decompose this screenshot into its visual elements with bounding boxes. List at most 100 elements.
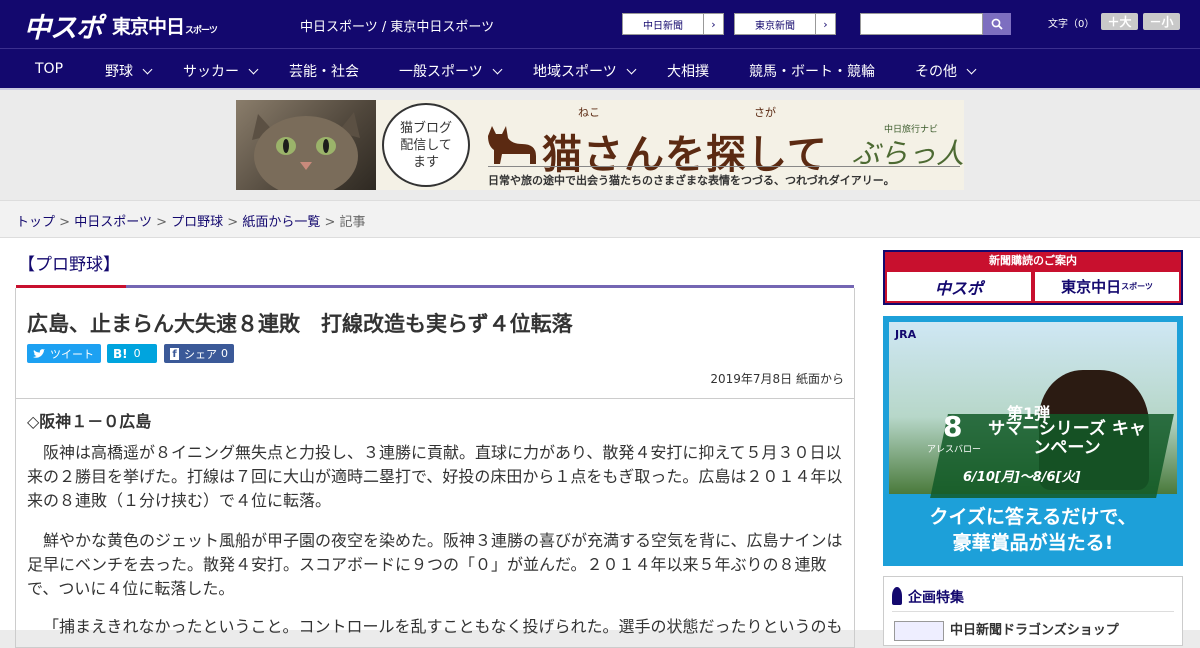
nav-item-racing[interactable]: 競馬・ボート・競輪 — [749, 61, 875, 81]
chevron-down-icon — [966, 64, 977, 75]
campaign-cta: クイズに答えるだけで、 豪華賞品が当たる! — [883, 504, 1183, 556]
special-features-title-text: 企画特集 — [908, 590, 964, 606]
chevron-down-icon — [248, 64, 259, 75]
search-button[interactable] — [983, 13, 1011, 35]
breadcrumb-separator: > — [59, 215, 71, 230]
chunichi-sports-logo[interactable]: 中スポ — [24, 6, 103, 45]
special-features-box: 企画特集 中日新聞ドラゴンズショップ — [883, 576, 1183, 646]
breadcrumb-current: 記事 — [339, 215, 366, 230]
chevron-right-icon: › — [815, 14, 835, 34]
banner-divider — [488, 166, 960, 167]
font-larger-button[interactable]: ＋大 — [1101, 13, 1138, 30]
twitter-share-label: ツイート — [50, 347, 94, 361]
tokyo-chunichi-subscribe-small: スポーツ — [1121, 282, 1153, 291]
twitter-icon — [33, 348, 45, 358]
nav-item-label: 芸能・社会 — [289, 64, 359, 80]
tokyo-shimbun-label: 東京新聞 — [755, 20, 795, 32]
breadcrumb-top[interactable]: トップ — [16, 215, 55, 230]
article: 広島、止まらん大失速８連敗 打線改造も実らず４位転落 ツイート B! 0 f シ… — [15, 288, 855, 648]
cat-blog-banner[interactable]: 猫ブログ 配信して ます ねこ さが 猫さんを探して 中日旅行ナビ ぶらっ人 日… — [236, 100, 964, 190]
breadcrumb-separator: > — [156, 215, 167, 230]
breadcrumb-pro-baseball[interactable]: プロ野球 — [171, 215, 223, 230]
search-icon — [991, 18, 1003, 30]
nav-item-general-sports[interactable]: 一般スポーツ — [399, 61, 503, 81]
chunichi-shimbun-label: 中日新聞 — [643, 20, 683, 32]
subscription-promo: 新聞購読のご案内 中スポ 東京中日 スポーツ — [883, 250, 1183, 305]
tokyo-shimbun-button[interactable]: 東京新聞 › — [734, 13, 836, 35]
banner-ruby: さが — [754, 106, 776, 119]
tokyo-chunichi-logo[interactable]: 東京中日スポーツ — [112, 12, 218, 39]
article-dateline: 2019年7月8日 紙面から — [710, 372, 844, 386]
twitter-share-button[interactable]: ツイート — [27, 344, 101, 363]
horse-number: 8 — [943, 410, 963, 443]
nav-item-regional-sports[interactable]: 地域スポーツ — [533, 61, 637, 81]
breadcrumb-paper-list[interactable]: 紙面から一覧 — [242, 215, 320, 230]
nav-item-top[interactable]: TOP — [35, 61, 63, 77]
campaign-cta-line: 豪華賞品が当たる! — [952, 532, 1114, 554]
nav-item-label: 地域スポーツ — [533, 64, 617, 80]
article-paragraph: 阪神は高橋遥が８イニング無失点と力投し、３連勝に貢献。直球に力があり、散発４安打… — [27, 443, 843, 510]
nav-divider — [0, 88, 1200, 90]
hatena-count: 0 — [133, 347, 141, 360]
nav-item-baseball[interactable]: 野球 — [105, 61, 153, 81]
bubble-line: 配信して — [400, 137, 452, 153]
hatena-bookmark-icon: B! — [113, 346, 128, 361]
special-features-divider — [892, 611, 1174, 612]
nav-item-label: TOP — [35, 61, 64, 77]
bubble-line: ます — [412, 154, 439, 170]
nav-item-sumo[interactable]: 大相撲 — [667, 61, 709, 81]
facebook-count: 0 — [221, 347, 228, 360]
dragons-shop-thumbnail[interactable] — [894, 621, 944, 641]
nav-item-label: サッカー — [183, 64, 239, 80]
chevron-down-icon — [492, 64, 503, 75]
article-paragraph: 「捕まえきれなかったということ。コントロールを乱すこともなく投げられた。選手の状… — [43, 617, 843, 636]
facebook-share-button[interactable]: f シェア 0 — [164, 344, 234, 363]
hatena-bookmark-button[interactable]: B! 0 — [107, 344, 157, 363]
nav-item-entertainment[interactable]: 芸能・社会 — [289, 61, 359, 81]
breadcrumb-chunichi-sports[interactable]: 中日スポーツ — [74, 215, 152, 230]
tokyo-chunichi-subscribe-button[interactable]: 東京中日 スポーツ — [1035, 272, 1179, 301]
breadcrumb-separator: > — [324, 215, 336, 230]
facebook-share-label: シェア — [184, 347, 217, 361]
nav-item-label: 競馬・ボート・競輪 — [749, 64, 875, 80]
chunichi-sports-subscribe-button[interactable]: 中スポ — [887, 272, 1031, 301]
font-smaller-button[interactable]: －小 — [1143, 13, 1180, 30]
promo-title: 新聞購読のご案内 — [989, 254, 1077, 267]
nav-item-other[interactable]: その他 — [915, 61, 977, 81]
bubble-line: 猫ブログ — [399, 120, 452, 136]
nav-item-label: 一般スポーツ — [399, 64, 483, 80]
breadcrumb: トップ > 中日スポーツ > プロ野球 > 紙面から一覧 > 記事 — [16, 211, 366, 230]
top-bar: 中スポ 東京中日スポーツ 中日スポーツ / 東京中日スポーツ 中日新聞 › 東京… — [0, 0, 1200, 48]
banner-ruby: ねこ — [578, 106, 600, 119]
tokyo-chunichi-logo-small: スポーツ — [185, 26, 218, 36]
article-subhead: ◇阪神１－０広島 — [27, 412, 152, 431]
font-size-label: 文字（0） — [1048, 19, 1095, 30]
facebook-icon: f — [170, 347, 179, 360]
campaign-cta-line: クイズに答えるだけで、 — [929, 506, 1137, 528]
dragons-shop-link[interactable]: 中日新聞ドラゴンズショップ — [950, 619, 1119, 638]
special-features-title: 企画特集 — [892, 587, 964, 607]
speech-bubble: 猫ブログ 配信して ます — [382, 103, 470, 187]
site-tagline: 中日スポーツ / 東京中日スポーツ — [300, 20, 495, 35]
article-headline: 広島、止まらん大失速８連敗 打線改造も実らず４位転落 — [27, 312, 573, 336]
article-paragraph: 鮮やかな黄色のジェット風船が甲子園の夜空を染めた。阪神３連勝の喜びが充満する空気… — [27, 531, 843, 598]
horse-name: アレスバロー — [927, 445, 982, 455]
tokyo-chunichi-logo-text: 東京中日 — [112, 16, 185, 38]
chevron-down-icon — [142, 64, 153, 75]
cat-photo — [236, 100, 376, 190]
category-label: 【プロ野球】 — [18, 255, 120, 275]
jra-logo: JRA — [895, 328, 917, 341]
nav-item-soccer[interactable]: サッカー — [183, 61, 259, 81]
campaign-title: サマーシリーズ キャンペーン — [988, 419, 1146, 458]
ribbon-icon — [892, 587, 902, 605]
cat-silhouette-icon — [488, 126, 536, 164]
chevron-down-icon — [626, 64, 637, 75]
chevron-right-icon: › — [703, 14, 723, 34]
breadcrumb-bar: トップ > 中日スポーツ > プロ野球 > 紙面から一覧 > 記事 — [0, 200, 1200, 238]
nav-item-label: その他 — [915, 64, 957, 80]
search-input[interactable] — [860, 13, 983, 35]
banner-caption: 日常や旅の途中で出会う猫たちのさまざまな表情をつづる、つれづれダイアリー。 — [488, 174, 895, 187]
jra-campaign-ad[interactable]: JRA 8 アレスバロー 第1弾 サマーシリーズ キャンペーン 6/10[月]～… — [883, 316, 1183, 566]
chunichi-shimbun-button[interactable]: 中日新聞 › — [622, 13, 724, 35]
tokyo-chunichi-subscribe-text: 東京中日 — [1061, 278, 1122, 296]
